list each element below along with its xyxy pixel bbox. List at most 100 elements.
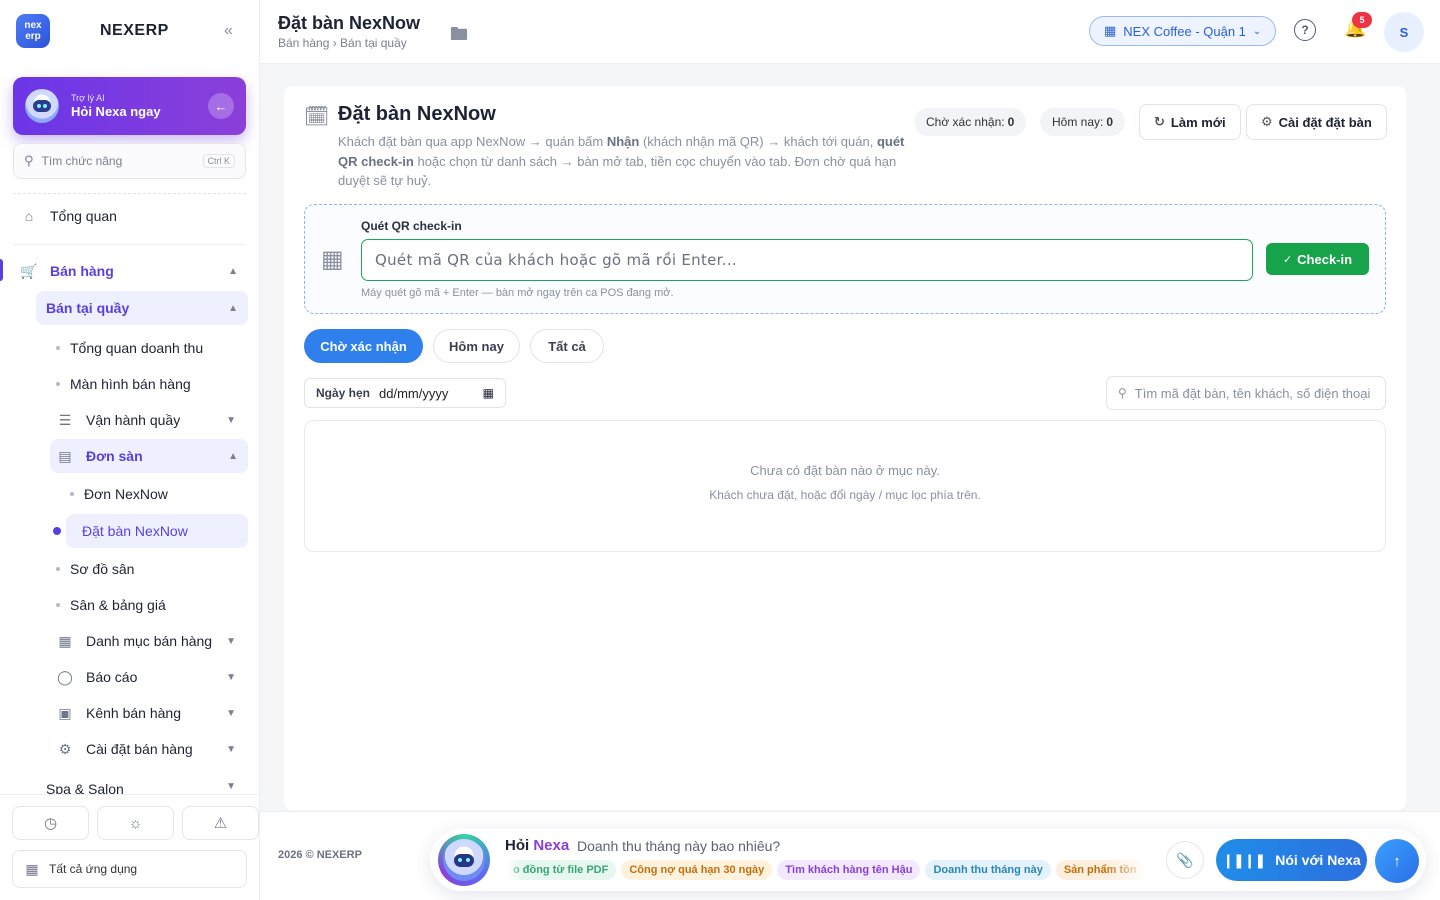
alert-icon: ⚠ [213, 815, 228, 832]
function-search-placeholder: Tìm chức năng [41, 154, 123, 168]
grid-icon: ▦ [58, 632, 72, 649]
sidebar-item-sales-catalog[interactable]: ▦ Danh mục bán hàng ▼ [56, 631, 246, 651]
sidebar-item-sales-screen[interactable]: Màn hình bán hàng [56, 374, 246, 394]
desc-part: hoặc chọn từ danh sách → bàn mở tab, tiề… [338, 153, 897, 189]
chevron-down-icon: ▼ [226, 781, 236, 792]
divider [13, 244, 246, 245]
gear-icon: ⚙ [58, 740, 72, 757]
apps-grid-icon: ▦ [25, 860, 39, 877]
bullet [56, 382, 60, 386]
report-icon: ◯ [57, 668, 73, 685]
sidebar-item-counter-sales[interactable]: Bán tại quầy ▲ [36, 291, 248, 325]
brand-logo[interactable]: nex erp [16, 14, 50, 48]
ask-input[interactable]: Doanh thu tháng này bao nhiêu? [577, 838, 780, 854]
chevron-up-icon: ▲ [228, 302, 238, 314]
tab-today[interactable]: Hôm nay [433, 329, 520, 363]
store-selector[interactable]: ▦ NEX Coffee - Quận 1 ⌄ [1089, 16, 1277, 46]
history-button[interactable]: ◷ [12, 806, 89, 840]
sidebar-item-spa-salon[interactable]: Spa & Salon ▼ [46, 781, 246, 795]
sidebar-item-revenue-overview[interactable]: Tổng quan doanh thu [56, 338, 246, 358]
qr-checkin-box: ▦ Quét QR check-in ✓ Check-in Máy quét g… [304, 204, 1386, 314]
home-icon: ⌂ [24, 208, 34, 224]
date-filter-label: Ngày hẹn [316, 386, 371, 400]
sidebar-item-label: Đơn NexNow [84, 486, 168, 502]
sidebar-item-label: Bán tại quầy [46, 300, 130, 316]
attach-button[interactable]: 📎 [1166, 841, 1204, 879]
brand: nex erp NEXERP [16, 14, 246, 48]
suggestion-chip[interactable]: Tìm khách hàng tên Hậu [777, 860, 921, 880]
stat-value: 0 [1007, 115, 1015, 129]
calendar-icon[interactable]: ▦ [483, 386, 494, 400]
folder-icon[interactable]: 🖿 [450, 22, 468, 52]
layers-icon: ☰ [58, 411, 72, 428]
booking-search-input[interactable]: ⚲ Tìm mã đặt bàn, tên khách, số điện tho… [1106, 376, 1386, 410]
store-icon: ▦ [1104, 23, 1117, 38]
sidebar-item-label: Danh mục bán hàng [86, 633, 213, 649]
pending-count-badge: Chờ xác nhận: 0 [914, 108, 1027, 136]
refresh-icon: ↻ [1154, 114, 1165, 129]
sidebar-item-sales-channels[interactable]: ▣ Kênh bán hàng ▼ [56, 703, 246, 723]
theme-toggle-button[interactable]: ☼ [97, 806, 174, 840]
send-button[interactable]: ↑ [1375, 839, 1419, 883]
checkin-button[interactable]: ✓ Check-in [1266, 243, 1369, 275]
sidebar: nex erp NEXERP « Trợ lý AI Hỏi Nexa ngay… [0, 0, 260, 900]
divider [13, 193, 246, 194]
chevron-down-icon: ▼ [226, 414, 236, 426]
arrow-left-icon[interactable]: ← [208, 93, 234, 119]
tab-pending[interactable]: Chờ xác nhận [304, 329, 423, 363]
sidebar-item-sales[interactable]: 🛒 Bán hàng ▲ [12, 254, 248, 288]
talk-to-nexa-button[interactable]: ❙❚❙❚ Nói với Nexa [1216, 839, 1367, 881]
suggestion-chip[interactable]: Doanh thu tháng này [925, 860, 1051, 880]
function-search-input[interactable]: ⚲ Tìm chức năng Ctrl K [13, 143, 246, 179]
all-apps-button[interactable]: ▦ Tất cả ứng dụng [12, 850, 247, 888]
help-icon[interactable]: ? [1294, 19, 1316, 41]
search-icon: ⚲ [24, 153, 34, 168]
booking-settings-button[interactable]: ⚙ Cài đặt đặt bàn [1246, 104, 1387, 140]
sidebar-item-nexnow-orders[interactable]: Đơn NexNow [70, 484, 246, 504]
collapse-sidebar-icon[interactable]: « [224, 22, 233, 40]
gear-icon: ⚙ [1261, 114, 1273, 129]
tab-all[interactable]: Tất cả [530, 329, 604, 363]
ai-assistant-card[interactable]: Trợ lý AI Hỏi Nexa ngay ← [13, 77, 246, 135]
stat-label: Chờ xác nhận: [926, 115, 1005, 129]
suggestion-chips: o đồng từ file PDF Công nợ quá hạn 30 ngà… [505, 860, 1150, 880]
ask-name: Nexa [533, 837, 570, 854]
sidebar-item-floor-map[interactable]: Sơ đồ sân [56, 559, 246, 579]
chevron-down-icon: ⌄ [1252, 25, 1262, 37]
active-indicator [0, 259, 3, 281]
desc-bold: Nhận [606, 134, 640, 149]
chevron-down-icon: ▼ [226, 707, 236, 719]
suggestion-chip[interactable]: o đồng từ file PDF [505, 860, 617, 880]
bullet [56, 567, 60, 571]
qr-code-input[interactable] [361, 239, 1253, 281]
booking-panel: 🗓 Đặt bàn NexNow Khách đặt bàn qua app N… [284, 86, 1406, 810]
appointment-date-filter[interactable]: Ngày hẹn dd/mm/yyyy ▦ [304, 378, 506, 408]
refresh-button[interactable]: ↻ Làm mới [1139, 104, 1241, 140]
sidebar-item-nexnow-booking[interactable]: Đặt bàn NexNow [66, 514, 248, 548]
avatar[interactable]: S [1384, 12, 1424, 52]
robot-avatar-icon[interactable] [438, 834, 490, 886]
suggestion-chip[interactable]: Sản phẩm tồn [1055, 860, 1145, 880]
breadcrumb[interactable]: Bán hàng › Bán tại quầy [278, 36, 407, 50]
sun-icon: ☼ [128, 814, 143, 832]
sidebar-item-platform-orders[interactable]: ▤ Đơn sàn ▲ [50, 439, 248, 473]
sidebar-item-courts-pricing[interactable]: Sân & bảng giá [56, 595, 246, 615]
chevron-up-icon: ▲ [228, 265, 238, 277]
ai-card-title: Hỏi Nexa ngay [71, 104, 161, 119]
qr-hint: Máy quét gõ mã + Enter — bàn mở ngay trê… [361, 287, 674, 299]
sidebar-item-label: Cài đặt bán hàng [86, 741, 193, 757]
sidebar-item-label: Tổng quan doanh thu [70, 340, 204, 356]
bullet [56, 346, 60, 350]
active-dot [53, 527, 61, 535]
sidebar-item-overview[interactable]: ⌂ Tổng quan [20, 205, 246, 227]
ai-card-caption: Trợ lý AI [71, 93, 105, 103]
sidebar-item-sales-settings[interactable]: ⚙ Cài đặt bán hàng ▼ [56, 739, 246, 759]
bullet [56, 603, 60, 607]
alert-button[interactable]: ⚠ [182, 806, 259, 840]
empty-title: Chưa có đặt bàn nào ở mục này. [750, 463, 940, 478]
sidebar-item-counter-ops[interactable]: ☰ Vận hành quầy ▼ [56, 410, 246, 430]
stat-value: 0 [1106, 115, 1114, 129]
sidebar-item-reports[interactable]: ◯ Báo cáo ▼ [56, 667, 246, 687]
suggestion-chip[interactable]: Công nợ quá hạn 30 ngày [621, 860, 773, 880]
brand-name: NEXERP [100, 22, 169, 39]
